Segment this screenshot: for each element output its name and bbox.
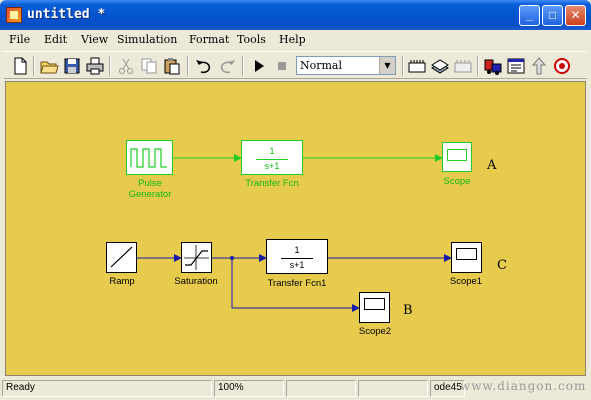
transfer-fcn-block[interactable]: 1 s+1: [241, 140, 303, 175]
annotation-a: A: [487, 158, 497, 173]
save-icon[interactable]: [62, 56, 82, 76]
scope2-block[interactable]: [359, 292, 390, 323]
scope-block[interactable]: [442, 142, 472, 172]
menu-help[interactable]: Help: [279, 33, 306, 46]
redo-icon[interactable]: [217, 56, 237, 76]
scope2-label: Scope2: [358, 326, 392, 337]
cut-icon[interactable]: [116, 56, 136, 76]
start-simulation-icon[interactable]: [249, 56, 269, 76]
menu-edit[interactable]: Edit: [44, 33, 67, 46]
menu-simulation[interactable]: Simulation: [117, 33, 177, 46]
menu-tools[interactable]: Tools: [237, 33, 266, 46]
scope1-screen-icon: [456, 248, 477, 260]
annotation-c: C: [497, 258, 507, 273]
pulse-wave-icon: [130, 148, 167, 168]
print-icon[interactable]: [85, 56, 105, 76]
maximize-button[interactable]: □: [542, 5, 563, 26]
saturation-label: Saturation: [174, 276, 218, 287]
tf1-numerator: 1: [294, 245, 300, 255]
scope-label: Scope: [443, 176, 471, 187]
status-bar: Ready 100% ode45 www.diangon.com: [0, 377, 591, 400]
model-explorer-icon[interactable]: [506, 56, 526, 76]
new-model-icon[interactable]: [10, 56, 30, 76]
saturation-block[interactable]: [181, 242, 212, 273]
debug-icon[interactable]: [552, 56, 572, 76]
scope1-block[interactable]: [451, 242, 482, 273]
transfer-fcn1-block[interactable]: 1 s+1: [266, 239, 328, 274]
transfer-fcn-label: Transfer Fcn: [245, 178, 299, 189]
menu-format[interactable]: Format: [189, 33, 229, 46]
minimize-button[interactable]: _: [519, 5, 540, 26]
go-to-parent-icon[interactable]: [529, 56, 549, 76]
toolbar: Normal ▼: [4, 51, 587, 79]
ramp-label: Ramp: [109, 276, 135, 287]
undo-icon[interactable]: [194, 56, 214, 76]
update-diagram-icon[interactable]: [430, 56, 450, 76]
saturation-icon: [184, 245, 209, 270]
title-bar[interactable]: untitled * _ □ ✕: [0, 0, 591, 30]
simulation-mode-select[interactable]: Normal ▼: [296, 56, 396, 75]
simulation-mode-value: Normal: [300, 59, 343, 72]
pulse-generator-block[interactable]: [126, 140, 173, 175]
close-button[interactable]: ✕: [565, 5, 586, 26]
tf-denominator: s+1: [264, 161, 280, 171]
transfer-fcn1-label: Transfer Fcn1: [267, 278, 327, 289]
simulink-app-icon: [6, 7, 22, 23]
open-folder-icon[interactable]: [39, 56, 59, 76]
tf1-denominator: s+1: [289, 260, 305, 270]
build-icon[interactable]: [407, 56, 427, 76]
annotation-b: B: [403, 303, 413, 318]
menu-file[interactable]: File: [9, 33, 30, 46]
incremental-build-icon[interactable]: [453, 56, 473, 76]
scope2-screen-icon: [364, 298, 385, 310]
paste-icon[interactable]: [162, 56, 182, 76]
status-state: Ready: [2, 380, 212, 397]
model-canvas[interactable]: Pulse Generator 1 s+1 Transfer Fcn Scope…: [5, 81, 586, 376]
chevron-down-icon[interactable]: ▼: [379, 57, 395, 74]
status-empty-1: [286, 380, 356, 397]
stop-simulation-icon[interactable]: [272, 56, 292, 76]
pulse-generator-label: Pulse Generator: [128, 178, 172, 200]
ramp-icon: [110, 246, 133, 268]
copy-icon[interactable]: [139, 56, 159, 76]
window-title: untitled *: [27, 7, 106, 22]
status-zoom: 100%: [214, 380, 284, 397]
status-empty-2: [358, 380, 428, 397]
scope1-label: Scope1: [449, 276, 483, 287]
signal-lines: [137, 154, 452, 312]
tf-numerator: 1: [269, 146, 275, 156]
ramp-block[interactable]: [106, 242, 137, 273]
menu-view[interactable]: View: [81, 33, 108, 46]
scope-screen-icon: [447, 149, 467, 161]
menu-bar: File Edit View Simulation Format Tools H…: [4, 30, 587, 51]
library-browser-icon[interactable]: [483, 56, 503, 76]
watermark-text: www.diangon.com: [460, 379, 587, 393]
